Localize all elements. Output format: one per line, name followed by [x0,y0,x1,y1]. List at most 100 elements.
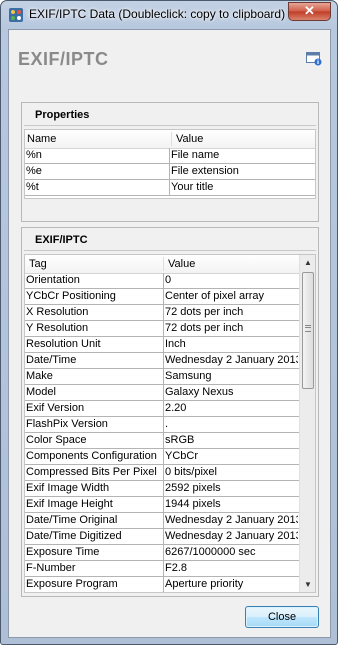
key-cell: Exposure Time [26,546,100,558]
page-title: EXIF/IPTC [18,49,109,69]
column-gridline [163,273,164,288]
key-cell: Y Resolution [26,322,89,334]
divider [24,125,316,126]
table-row[interactable]: X Resolution 72 dots per inch [25,305,299,321]
column-gridline [163,417,164,432]
table-row[interactable]: Date/Time Original Wednesday 2 January 20… [25,513,299,529]
column-gridline [169,148,170,163]
column-gridline [163,513,164,528]
dialog-window: EXIF/IPTC Data (Doubleclick: copy to cli… [0,0,338,645]
key-cell: X Resolution [26,306,89,318]
value-cell: Galaxy Nexus [165,386,234,398]
table-row[interactable]: Date/Time Wednesday 2 January 2013 [25,353,299,369]
scroll-up-icon[interactable]: ▲ [300,255,315,270]
column-header-value[interactable]: Value [176,133,203,145]
table-row[interactable]: F-Number F2.8 [25,561,299,577]
column-gridline [163,449,164,464]
key-cell: Exif Image Width [26,482,110,494]
value-cell: F2.8 [165,562,188,574]
scrollbar-thumb[interactable] [302,272,314,389]
table-row[interactable]: Y Resolution 72 dots per inch [25,321,299,337]
column-gridline [163,529,164,544]
value-cell: File name [171,149,220,161]
table-row[interactable]: Color Space sRGB [25,433,299,449]
window-title: EXIF/IPTC Data (Doubleclick: copy to cli… [29,7,286,21]
scroll-down-icon[interactable]: ▼ [300,577,315,592]
info-window-icon[interactable] [306,52,322,66]
key-cell: Make [26,370,53,382]
key-cell: Exposure Program [26,578,118,590]
value-cell: YCbCr [165,450,199,462]
table-row[interactable]: Resolution Unit Inch [25,337,299,353]
key-cell: YCbCr Positioning [26,290,116,302]
exif-list[interactable]: Tag Value Orientation 0 YCbCr Positioning C… [24,254,316,593]
properties-group: Properties Name Value %n File name %e File … [21,102,319,222]
value-cell: Your title [171,181,214,193]
column-gridline [169,164,170,179]
key-cell: Resolution Unit [26,338,101,350]
column-gridline [169,180,170,195]
properties-group-label: Properties [35,109,90,121]
key-cell: FlashPix Version [26,418,108,430]
key-cell: Date/Time Digitized [26,530,122,542]
key-cell: %t [26,181,39,193]
table-row[interactable]: Orientation 0 [25,273,299,289]
value-cell: 6267/1000000 sec [165,546,256,558]
properties-list[interactable]: Name Value %n File name %e File extension %t… [24,129,316,199]
table-row[interactable]: %n File name [25,148,315,164]
table-row[interactable]: Exposure Program Aperture priority [25,577,299,592]
column-header-tag[interactable]: Tag [29,258,47,270]
exif-list-header: Tag Value [25,255,299,274]
close-button[interactable]: Close [245,606,319,628]
table-row[interactable]: Exif Version 2.20 [25,401,299,417]
key-cell: Compressed Bits Per Pixel [26,466,157,478]
exif-scrollbar[interactable]: ▲ ▼ [299,255,315,592]
table-row[interactable]: Model Galaxy Nexus [25,385,299,401]
properties-list-header: Name Value [25,130,315,149]
table-row[interactable]: Compressed Bits Per Pixel 0 bits/pixel [25,465,299,481]
value-cell: 2.20 [165,402,187,414]
column-header-name[interactable]: Name [27,133,56,145]
value-cell: 72 dots per inch [165,306,244,318]
table-row[interactable]: Date/Time Digitized Wednesday 2 January 2… [25,529,299,545]
value-cell: Center of pixel array [165,290,265,302]
key-cell: F-Number [26,562,76,574]
key-cell: %n [26,149,42,161]
table-row[interactable]: Make Samsung [25,369,299,385]
column-gridline [163,433,164,448]
value-cell: 0 bits/pixel [165,466,217,478]
column-gridline [163,577,164,592]
column-gridline [163,305,164,320]
column-header-value[interactable]: Value [168,258,195,270]
value-cell: Wednesday 2 January 2013 [165,354,298,366]
table-row[interactable]: YCbCr Positioning Center of pixel array [25,289,299,305]
column-divider[interactable] [171,132,172,146]
table-row[interactable]: Exif Image Height 1944 pixels [25,497,299,513]
column-gridline [163,497,164,512]
dialog-client-area: EXIF/IPTC Properties Name Value %n File n… [8,29,331,638]
column-divider[interactable] [163,257,164,271]
key-cell: Date/Time [26,354,77,366]
column-gridline [163,465,164,480]
table-row[interactable]: Components Configuration YCbCr [25,449,299,465]
value-cell: 0 [165,274,172,286]
value-cell: Samsung [165,370,212,382]
table-row[interactable]: Exif Image Width 2592 pixels [25,481,299,497]
key-cell: Components Configuration [26,450,157,462]
value-cell: Wednesday 2 January 2013 [165,514,298,526]
table-row[interactable]: %t Your title [25,180,315,196]
table-row[interactable]: %e File extension [25,164,315,180]
title-bar[interactable]: EXIF/IPTC Data (Doubleclick: copy to cli… [1,1,337,29]
divider [24,250,316,251]
key-cell: Date/Time Original [26,514,118,526]
exif-group-label: EXIF/IPTC [35,234,88,246]
value-cell: Inch [165,338,186,350]
value-cell: File extension [171,165,239,177]
key-cell: Exif Version [26,402,85,414]
app-icon [9,8,23,22]
column-gridline [163,321,164,336]
window-close-button[interactable]: ✕ [288,2,331,21]
table-row[interactable]: Exposure Time 6267/1000000 sec [25,545,299,561]
table-row[interactable]: FlashPix Version . [25,417,299,433]
value-cell: Aperture priority [165,578,244,590]
